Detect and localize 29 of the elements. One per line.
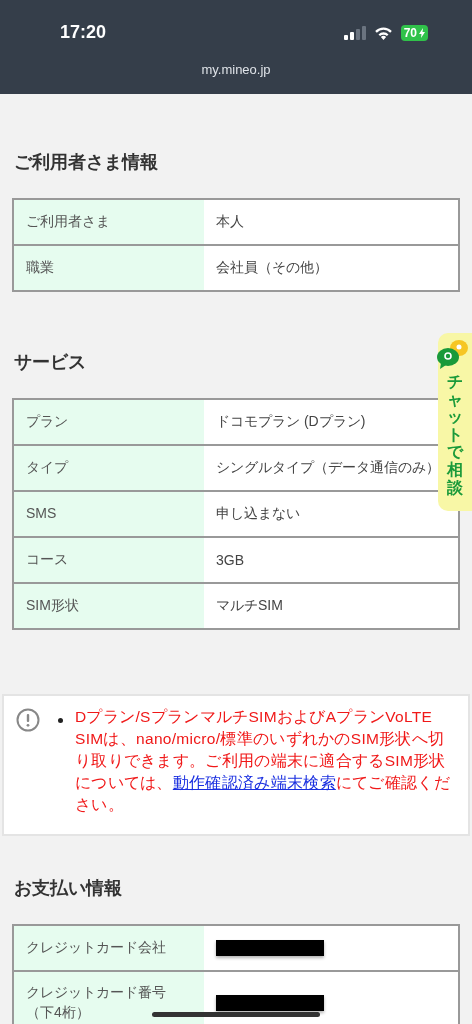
row-value: 会社員（その他） xyxy=(216,259,328,277)
section-title: サービス xyxy=(14,351,87,374)
signal-icon xyxy=(343,25,366,40)
row-label: クレジットカード会社 xyxy=(14,926,204,970)
row-label: クレジットカード番号（下4桁） xyxy=(14,972,204,1024)
notice-text: Dプラン/SプランマルチSIMおよびAプランVoLTE SIMは、nano/micro/標準のいずれかのSIM形状へ切り取りできます。ご利用の端末に適合するSIM形状については、動作確認済み端末検索にてご確認ください。 xyxy=(75,707,451,815)
row-value: シングルタイプ（データ通信のみ） xyxy=(216,459,440,477)
row-label: タイプ xyxy=(14,446,204,490)
row-label: 職業 xyxy=(14,246,204,290)
row-value: 申し込まない xyxy=(216,505,300,523)
wifi-icon xyxy=(373,25,393,40)
device-search-link[interactable]: 動作確認済み端末検索 xyxy=(172,774,336,791)
row-value: 3GB xyxy=(216,552,244,568)
row-value: ドコモプラン (Dプラン) xyxy=(216,413,366,431)
section-title: お支払い情報 xyxy=(14,877,123,900)
section-title: ご利用者さま情報 xyxy=(14,151,159,174)
row-label: コース xyxy=(14,538,204,582)
row-value: 本人 xyxy=(216,213,244,231)
row-value: マルチSIM xyxy=(216,597,283,615)
url-text: my.mineo.jp xyxy=(201,62,271,77)
bullet-icon xyxy=(58,718,63,723)
battery-icon: 70 xyxy=(400,24,428,41)
chat-bubbles-icon xyxy=(437,339,469,369)
clock: 17:20 xyxy=(60,22,107,43)
row-label: SMS xyxy=(14,492,204,536)
row-label: ご利用者さま xyxy=(14,200,204,244)
row-label: プラン xyxy=(14,400,204,444)
alert-icon xyxy=(16,708,40,732)
row-label: SIM形状 xyxy=(14,584,204,628)
